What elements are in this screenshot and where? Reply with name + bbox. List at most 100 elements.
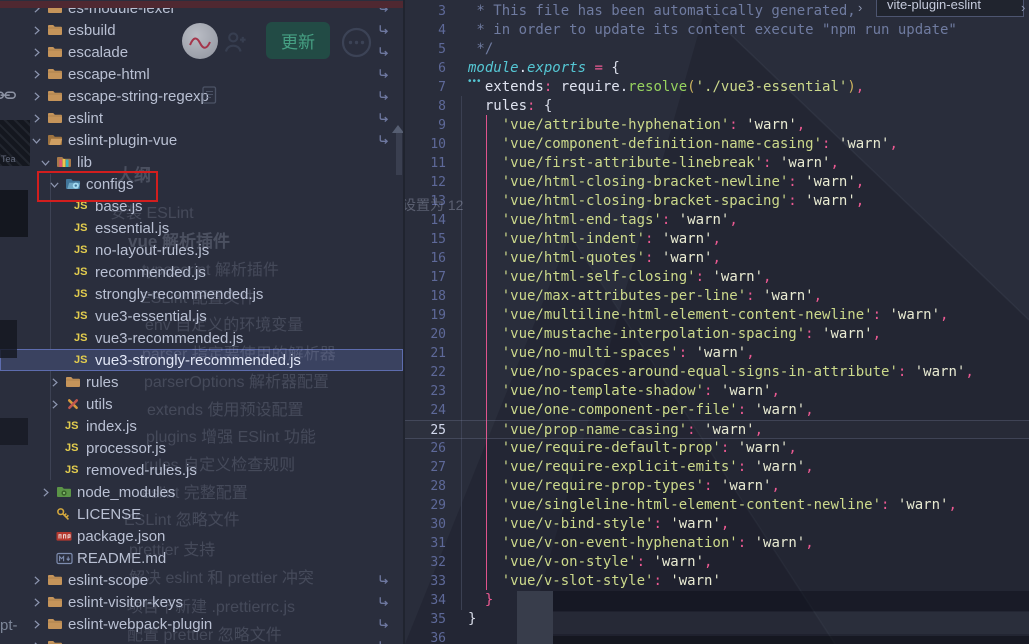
code-line-15[interactable]: 15 'vue/html-indent': 'warn', <box>405 230 1029 249</box>
line-number: 25 <box>430 423 446 438</box>
code-text: 'vue/max-attributes-per-line': 'warn', <box>501 288 823 304</box>
chevron-right-icon[interactable] <box>30 41 43 63</box>
code-line-30[interactable]: 30 'vue/v-bind-style': 'warn', <box>405 515 1029 534</box>
tree-item-eslint-visitor-keys[interactable]: eslint-visitor-keys <box>0 591 403 613</box>
js-icon: JS <box>74 244 88 256</box>
sidebar-scrollbar[interactable] <box>396 133 402 175</box>
code-line-4[interactable]: 4 * in order to update its content execu… <box>405 21 1029 40</box>
code-line-22[interactable]: 22 'vue/no-spaces-around-equal-signs-in-… <box>405 363 1029 382</box>
line-number: 4 <box>438 23 446 38</box>
tree-item-removed-rules.js[interactable]: JS removed-rules.js <box>0 459 403 481</box>
tree-item-label: eslint-visitor-keys <box>68 593 184 611</box>
chevron-down-icon[interactable] <box>39 151 52 173</box>
tree-item-label: LICENSE <box>77 505 142 523</box>
line-number: 35 <box>430 612 446 627</box>
chevron-right-icon[interactable] <box>30 613 43 635</box>
symlink-arrow-icon <box>377 129 390 151</box>
chevron-right-icon[interactable] <box>30 19 43 41</box>
code-line-9[interactable]: 9 'vue/attribute-hyphenation': 'warn', <box>405 116 1029 135</box>
code-text: 'vue/no-multi-spaces': 'warn', <box>501 345 755 361</box>
code-line-27[interactable]: 27 'vue/require-explicit-emits': 'warn', <box>405 458 1029 477</box>
more-options-icon <box>340 26 373 64</box>
code-line-29[interactable]: 29 'vue/singleline-html-element-content-… <box>405 496 1029 515</box>
code-line-16[interactable]: 16 'vue/html-quotes': 'warn', <box>405 249 1029 268</box>
tree-item-LICENSE[interactable]: LICENSE <box>0 503 403 525</box>
code-text: 'vue/html-closing-bracket-newline': 'war… <box>501 174 865 190</box>
tree-item-processor.js[interactable]: JS processor.js <box>0 437 403 459</box>
code-line-6[interactable]: 6 module.exports = { <box>405 59 1029 78</box>
chevron-right-icon[interactable] <box>30 63 43 85</box>
code-editor[interactable]: 3 * This file has been automatically gen… <box>405 0 1029 644</box>
nodeFolder-icon <box>56 481 72 503</box>
code-line-11[interactable]: 11 'vue/first-attribute-linebreak': 'war… <box>405 154 1029 173</box>
tree-item-lib[interactable]: lib <box>0 151 403 173</box>
tree-item-label: vue3-essential.js <box>95 307 207 325</box>
code-line-24[interactable]: 24 'vue/one-component-per-file': 'warn', <box>405 401 1029 420</box>
chevron-right-icon[interactable] <box>30 569 43 591</box>
tree-item-escape-html[interactable]: escape-html <box>0 63 403 85</box>
code-line-32[interactable]: 32 'vue/v-on-style': 'warn', <box>405 553 1029 572</box>
code-line-26[interactable]: 26 'vue/require-default-prop': 'warn', <box>405 439 1029 458</box>
tree-item-partial[interactable] <box>0 635 403 644</box>
code-line-5[interactable]: 5 */ <box>405 40 1029 59</box>
tree-item-eslint-webpack-plugin[interactable]: eslint-webpack-plugin <box>0 613 403 635</box>
code-line-23[interactable]: 23 'vue/no-template-shadow': 'warn', <box>405 382 1029 401</box>
chevron-right-icon[interactable] <box>30 635 43 644</box>
folder-icon <box>47 569 63 591</box>
tree-item-rules[interactable]: rules <box>0 371 403 393</box>
vscode-window: es-module-lexer esbuild escalade escape-htm… <box>0 0 1029 644</box>
tree-item-utils[interactable]: utils <box>0 393 403 415</box>
tree-item-eslint-plugin-vue[interactable]: eslint-plugin-vue <box>0 129 403 151</box>
file-explorer: es-module-lexer esbuild escalade escape-htm… <box>0 0 403 644</box>
tree-item-essential.js[interactable]: JS essential.js <box>0 217 403 239</box>
tree-item-index.js[interactable]: JS index.js <box>0 415 403 437</box>
tree-item-no-layout-rules.js[interactable]: JS no-layout-rules.js <box>0 239 403 261</box>
tree-item-vue3-essential.js[interactable]: JS vue3-essential.js <box>0 305 403 327</box>
code-text: 'vue/no-spaces-around-equal-signs-in-att… <box>501 364 974 380</box>
tree-item-eslint[interactable]: eslint <box>0 107 403 129</box>
chevron-right-icon[interactable] <box>30 85 43 107</box>
chevron-right-icon[interactable] <box>48 371 61 393</box>
code-text: 'vue/no-template-shadow': 'warn', <box>501 383 780 399</box>
code-text: 'vue/v-bind-style': 'warn', <box>501 516 730 532</box>
code-line-14[interactable]: 14 'vue/html-end-tags': 'warn', <box>405 211 1029 230</box>
code-line-28[interactable]: 28 'vue/require-prop-types': 'warn', <box>405 477 1029 496</box>
tree-item-vue3-strongly-recommended.js[interactable]: JS vue3-strongly-recommended.js <box>0 349 403 371</box>
chevron-right-icon[interactable] <box>39 481 52 503</box>
code-line-31[interactable]: 31 'vue/v-on-event-hyphenation': 'warn', <box>405 534 1029 553</box>
code-line-33[interactable]: 33 'vue/v-slot-style': 'warn' <box>405 572 1029 591</box>
chevron-right-icon[interactable] <box>48 393 61 415</box>
code-line-17[interactable]: 17 'vue/html-self-closing': 'warn', <box>405 268 1029 287</box>
line-number: 6 <box>438 61 446 76</box>
code-line-13[interactable]: 13 'vue/html-closing-bracket-spacing': '… <box>405 192 1029 211</box>
code-line-19[interactable]: 19 'vue/multiline-html-element-content-n… <box>405 306 1029 325</box>
drag-tooltip-label: vite-plugin-eslint <box>887 0 981 12</box>
tree-item-label: README.md <box>77 549 167 567</box>
tree-item-recommended.js[interactable]: JS recommended.js <box>0 261 403 283</box>
tree-item-README.md[interactable]: README.md <box>0 547 403 569</box>
code-line-21[interactable]: 21 'vue/no-multi-spaces': 'warn', <box>405 344 1029 363</box>
code-line-25[interactable]: 25 'vue/prop-name-casing': 'warn', <box>405 420 1029 439</box>
chevron-right-icon[interactable] <box>30 591 43 613</box>
line-number: 28 <box>430 479 446 494</box>
tree-item-package.json[interactable]: package.json <box>0 525 403 547</box>
tree-item-label: lib <box>77 153 93 171</box>
scroll-up-arrow[interactable] <box>392 125 403 133</box>
code-line-20[interactable]: 20 'vue/mustache-interpolation-spacing':… <box>405 325 1029 344</box>
code-text: 'vue/html-end-tags': 'warn', <box>501 212 738 228</box>
code-line-8[interactable]: 8 rules: { <box>405 97 1029 116</box>
line-number: 27 <box>430 460 446 475</box>
tree-item-eslint-scope[interactable]: eslint-scope <box>0 569 403 591</box>
tree-item-strongly-recommended.js[interactable]: JS strongly-recommended.js <box>0 283 403 305</box>
code-line-18[interactable]: 18 'vue/max-attributes-per-line': 'warn'… <box>405 287 1029 306</box>
code-line-10[interactable]: 10 'vue/component-definition-name-casing… <box>405 135 1029 154</box>
tree-item-vue3-recommended.js[interactable]: JS vue3-recommended.js <box>0 327 403 349</box>
chevron-down-icon[interactable] <box>30 129 43 151</box>
line-number: 11 <box>430 156 446 171</box>
code-line-7[interactable]: 7 extends: require.resolve('./vue3-essen… <box>405 78 1029 97</box>
chevron-right-icon[interactable] <box>30 107 43 129</box>
code-line-12[interactable]: 12 'vue/html-closing-bracket-newline': '… <box>405 173 1029 192</box>
line-number: 18 <box>430 289 446 304</box>
tree-item-node_modules[interactable]: node_modules <box>0 481 403 503</box>
add-user-icon <box>222 29 249 61</box>
